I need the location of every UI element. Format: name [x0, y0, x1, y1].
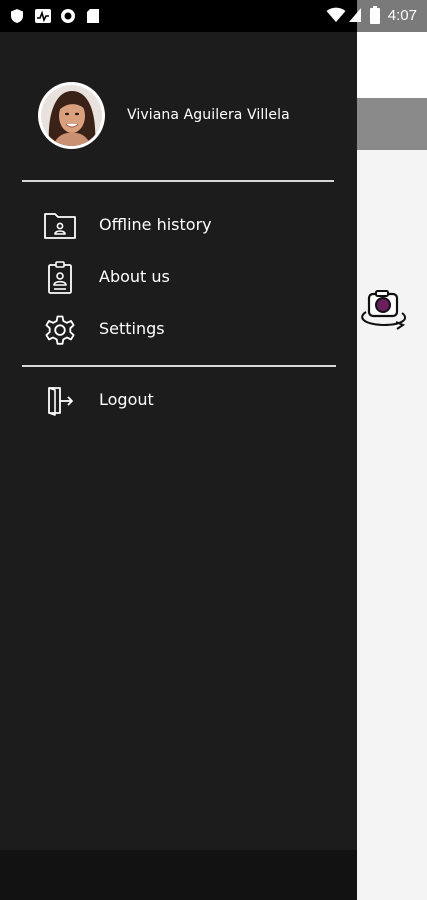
switch-camera-button[interactable]: [356, 290, 414, 332]
menu-item-offline-history[interactable]: Offline history: [0, 203, 357, 249]
menu-item-about-us[interactable]: About us: [0, 255, 357, 301]
logout-door-icon: [48, 387, 73, 416]
menu-label-about-us: About us: [99, 267, 170, 286]
user-name: Viviana Aguilera Villela: [127, 107, 290, 123]
id-badge-icon: [48, 261, 72, 294]
menu-item-logout[interactable]: Logout: [0, 378, 357, 424]
navigation-drawer: Viviana Aguilera Villela Offline history…: [0, 32, 357, 850]
activity-icon: [35, 9, 51, 23]
folder-user-icon: [44, 213, 76, 239]
wifi-icon: [326, 7, 346, 22]
avatar-photo: [41, 85, 102, 146]
system-navigation-bar: [0, 850, 357, 900]
background-footer: [357, 850, 427, 900]
sd-card-icon: [87, 9, 99, 23]
drawer-divider-top: [22, 180, 334, 182]
menu-label-settings: Settings: [99, 319, 165, 338]
signal-icon: [349, 8, 361, 22]
menu-label-logout: Logout: [99, 390, 154, 409]
user-avatar[interactable]: [38, 82, 105, 149]
shield-icon: [11, 9, 23, 23]
record-icon: [61, 9, 75, 23]
menu-label-offline-history: Offline history: [99, 215, 212, 234]
app-screen: 4:07 Viviana Aguilera Villela Offline hi…: [0, 0, 427, 900]
status-time: 4:07: [387, 7, 417, 24]
switch-camera-icon: [361, 290, 407, 330]
status-bar: 4:07: [0, 0, 427, 32]
drawer-divider-bottom: [22, 365, 336, 367]
gear-icon: [45, 315, 75, 345]
battery-icon: [370, 6, 380, 24]
menu-item-settings[interactable]: Settings: [0, 307, 357, 353]
